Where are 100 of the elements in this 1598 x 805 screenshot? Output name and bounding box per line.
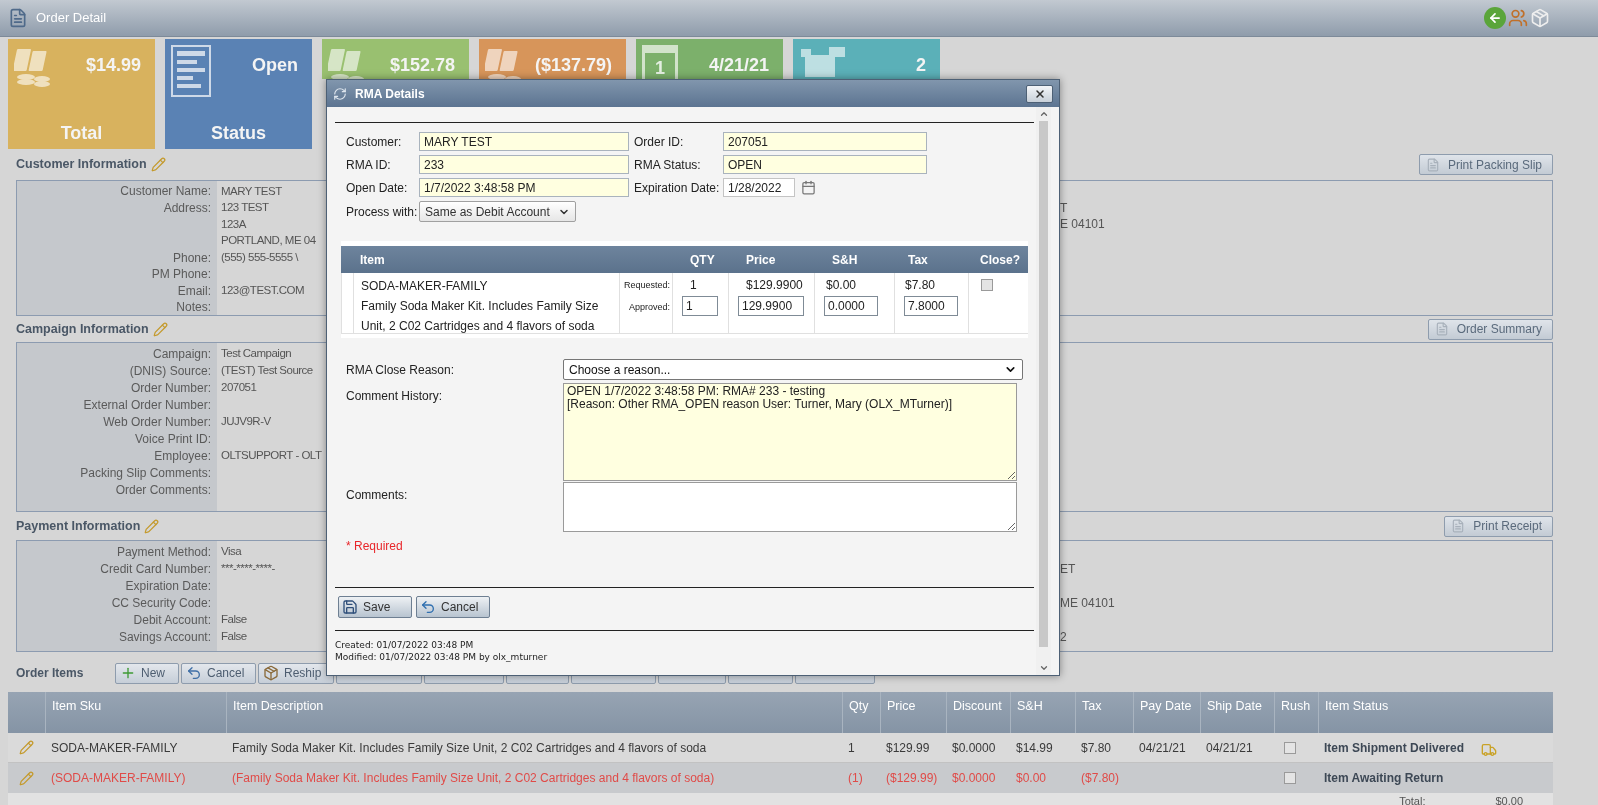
field-label: RMA Status: <box>633 156 702 174</box>
field-value: 123 TEST <box>221 200 269 216</box>
print-button[interactable]: Print Packing Slip <box>1418 154 1553 175</box>
text-field[interactable]: 1/28/2022 <box>723 178 795 197</box>
required-note: * Required <box>346 538 404 555</box>
scroll-up-icon[interactable] <box>1038 109 1049 119</box>
column-header[interactable]: Tax <box>1082 699 1102 713</box>
field-label: Payment Method: <box>116 543 211 561</box>
field-value: (555) 555-5555 \ <box>221 250 299 266</box>
column-header[interactable]: Item Description <box>233 699 324 713</box>
field-value: ***-****-****- <box>221 560 275 576</box>
field-label: External Order Number: <box>83 396 211 414</box>
column-header[interactable]: Rush <box>1281 699 1311 713</box>
field-label: Credit Card Number: <box>100 560 211 578</box>
reason-select[interactable]: Choose a reason... <box>563 359 1023 380</box>
pencil-icon[interactable] <box>144 518 160 534</box>
undo-icon <box>186 665 202 681</box>
tile-value: 4/21/21 <box>708 54 769 76</box>
table-cell-text: $129.9900 <box>745 277 804 293</box>
print-button[interactable]: Print Receipt <box>1444 515 1553 537</box>
plus-icon <box>120 665 136 681</box>
text-field[interactable]: OPEN <box>723 155 927 174</box>
dialog-button[interactable]: Cancel <box>416 596 490 618</box>
column-header[interactable]: S&H <box>1017 699 1043 713</box>
tile-label: Total <box>59 122 104 145</box>
table-cell: (Family Soda Maker Kit. Includes Family Size Unit, 2 C02 Cartridges and 4 flavors of soda) <box>232 771 715 785</box>
quantity-field[interactable]: 1 <box>682 296 718 316</box>
field-value: 207051 <box>221 379 257 395</box>
field-value: 123@TEST.COM <box>221 283 304 299</box>
tile-value: ($137.79) <box>534 54 612 76</box>
table-cell: $0.0000 <box>952 771 996 785</box>
scrollbar[interactable] <box>1036 107 1051 675</box>
column-header: QTY <box>689 251 716 269</box>
column-header[interactable]: Item Sku <box>52 699 102 713</box>
column-header[interactable]: Ship Date <box>1207 699 1262 713</box>
price-field[interactable]: 129.9900 <box>738 296 804 316</box>
table-cell: 04/21/21 <box>1139 740 1186 755</box>
shipping-field[interactable]: 0.0000 <box>824 296 878 316</box>
field-label: RMA Close Reason: <box>346 362 456 379</box>
toolbar-button[interactable]: New <box>115 662 179 684</box>
print-button[interactable]: Order Summary <box>1427 318 1553 340</box>
section-title: Campaign Information <box>16 320 149 338</box>
table-cell: $0.0000 <box>952 740 996 755</box>
users-icon[interactable] <box>1508 8 1528 28</box>
field-label: Expiration Date: <box>125 577 211 595</box>
tile-label: Status <box>210 122 267 145</box>
process-select[interactable]: Same as Debit Account <box>419 201 576 222</box>
pencil-icon[interactable] <box>19 740 34 755</box>
field-label: Voice Print ID: <box>134 430 211 448</box>
comment-history-field[interactable]: OPEN 1/7/2022 3:48:58 PM: RMA# 233 - testing [Reason: Other RMA_OPEN reason User: Turner, Mary (OLX_MTurner)] <box>563 383 1017 481</box>
document-icon <box>8 8 28 28</box>
rush-checkbox[interactable] <box>1284 741 1296 754</box>
tile-value: 2 <box>916 54 926 76</box>
text-field[interactable]: 233 <box>419 155 629 174</box>
field-label: Employee: <box>154 447 211 465</box>
field-label: (DNIS) Source: <box>129 362 211 380</box>
table-cell: Family Soda Maker Kit. Includes Family Size Unit, 2 C02 Cartridges and 4 flavors of soda <box>232 740 707 755</box>
rush-checkbox[interactable] <box>1284 772 1296 784</box>
field-value: Visa <box>221 543 242 559</box>
column-header[interactable]: Qty <box>849 699 869 713</box>
field-value: MARY TEST <box>221 183 282 199</box>
text-field[interactable]: MARY TEST <box>419 132 629 151</box>
field-value: ME 04101 <box>1060 594 1115 612</box>
field-label: Address: <box>163 199 211 217</box>
field-label: Order Number: <box>130 379 211 397</box>
field-label: PM Phone: <box>151 266 211 284</box>
close-checkbox[interactable] <box>981 279 993 291</box>
tax-field[interactable]: 7.8000 <box>904 296 958 316</box>
field-value: False <box>221 628 247 644</box>
column-header: Price <box>745 251 777 269</box>
truck-icon[interactable] <box>1481 741 1497 758</box>
field-value: OLTSUPPORT - OLT <box>221 447 322 463</box>
text-field[interactable]: 207051 <box>723 132 927 151</box>
pencil-icon[interactable] <box>150 157 166 172</box>
field-label: RMA ID: <box>346 156 392 174</box>
table-row[interactable]: SODA-MAKER-FAMILY Family Soda Maker Kit. Includes Family Size Unit, 2 C02 Cartridges and 4 flavors of soda 1 $129.99 $0.0000 $14.99 $7.80 04/21/21 04/21/21 Item Shipment Delivered <box>8 733 1553 763</box>
column-header[interactable]: Item Status <box>1325 699 1389 713</box>
field-label: Campaign: <box>152 345 211 363</box>
back-icon[interactable] <box>1484 7 1506 29</box>
close-button[interactable] <box>1026 84 1053 103</box>
column-header[interactable]: Pay Date <box>1140 699 1192 713</box>
toolbar-button[interactable]: Cancel <box>181 662 256 684</box>
calendar-day: 1 <box>655 58 665 77</box>
column-header[interactable]: Price <box>887 699 916 713</box>
text-field[interactable]: 1/7/2022 3:48:58 PM <box>419 178 629 197</box>
comments-field[interactable] <box>563 482 1017 532</box>
summary-tile[interactable]: Open Status <box>165 39 312 149</box>
tile-value: $14.99 <box>85 54 141 76</box>
package-icon[interactable] <box>1530 8 1550 28</box>
column-header[interactable]: Discount <box>953 699 1002 713</box>
calendar-icon[interactable] <box>801 180 816 195</box>
dialog-button[interactable]: Save <box>338 596 412 618</box>
window-title: Order Detail <box>36 9 107 28</box>
table-row[interactable]: (SODA-MAKER-FAMILY) (Family Soda Maker Kit. Includes Family Size Unit, 2 C02 Cartridges and 4 flavors of soda) (1) ($129.99) $0.0000 $0.00 ($7.80) Item Awaiting Return <box>8 763 1553 793</box>
pencil-icon[interactable] <box>152 321 168 337</box>
pencil-icon[interactable] <box>19 770 34 786</box>
undo-icon <box>420 599 436 615</box>
scroll-down-icon[interactable] <box>1038 663 1049 673</box>
table-cell: $129.99 <box>886 740 930 755</box>
toolbar-button[interactable]: Reship <box>258 662 334 684</box>
